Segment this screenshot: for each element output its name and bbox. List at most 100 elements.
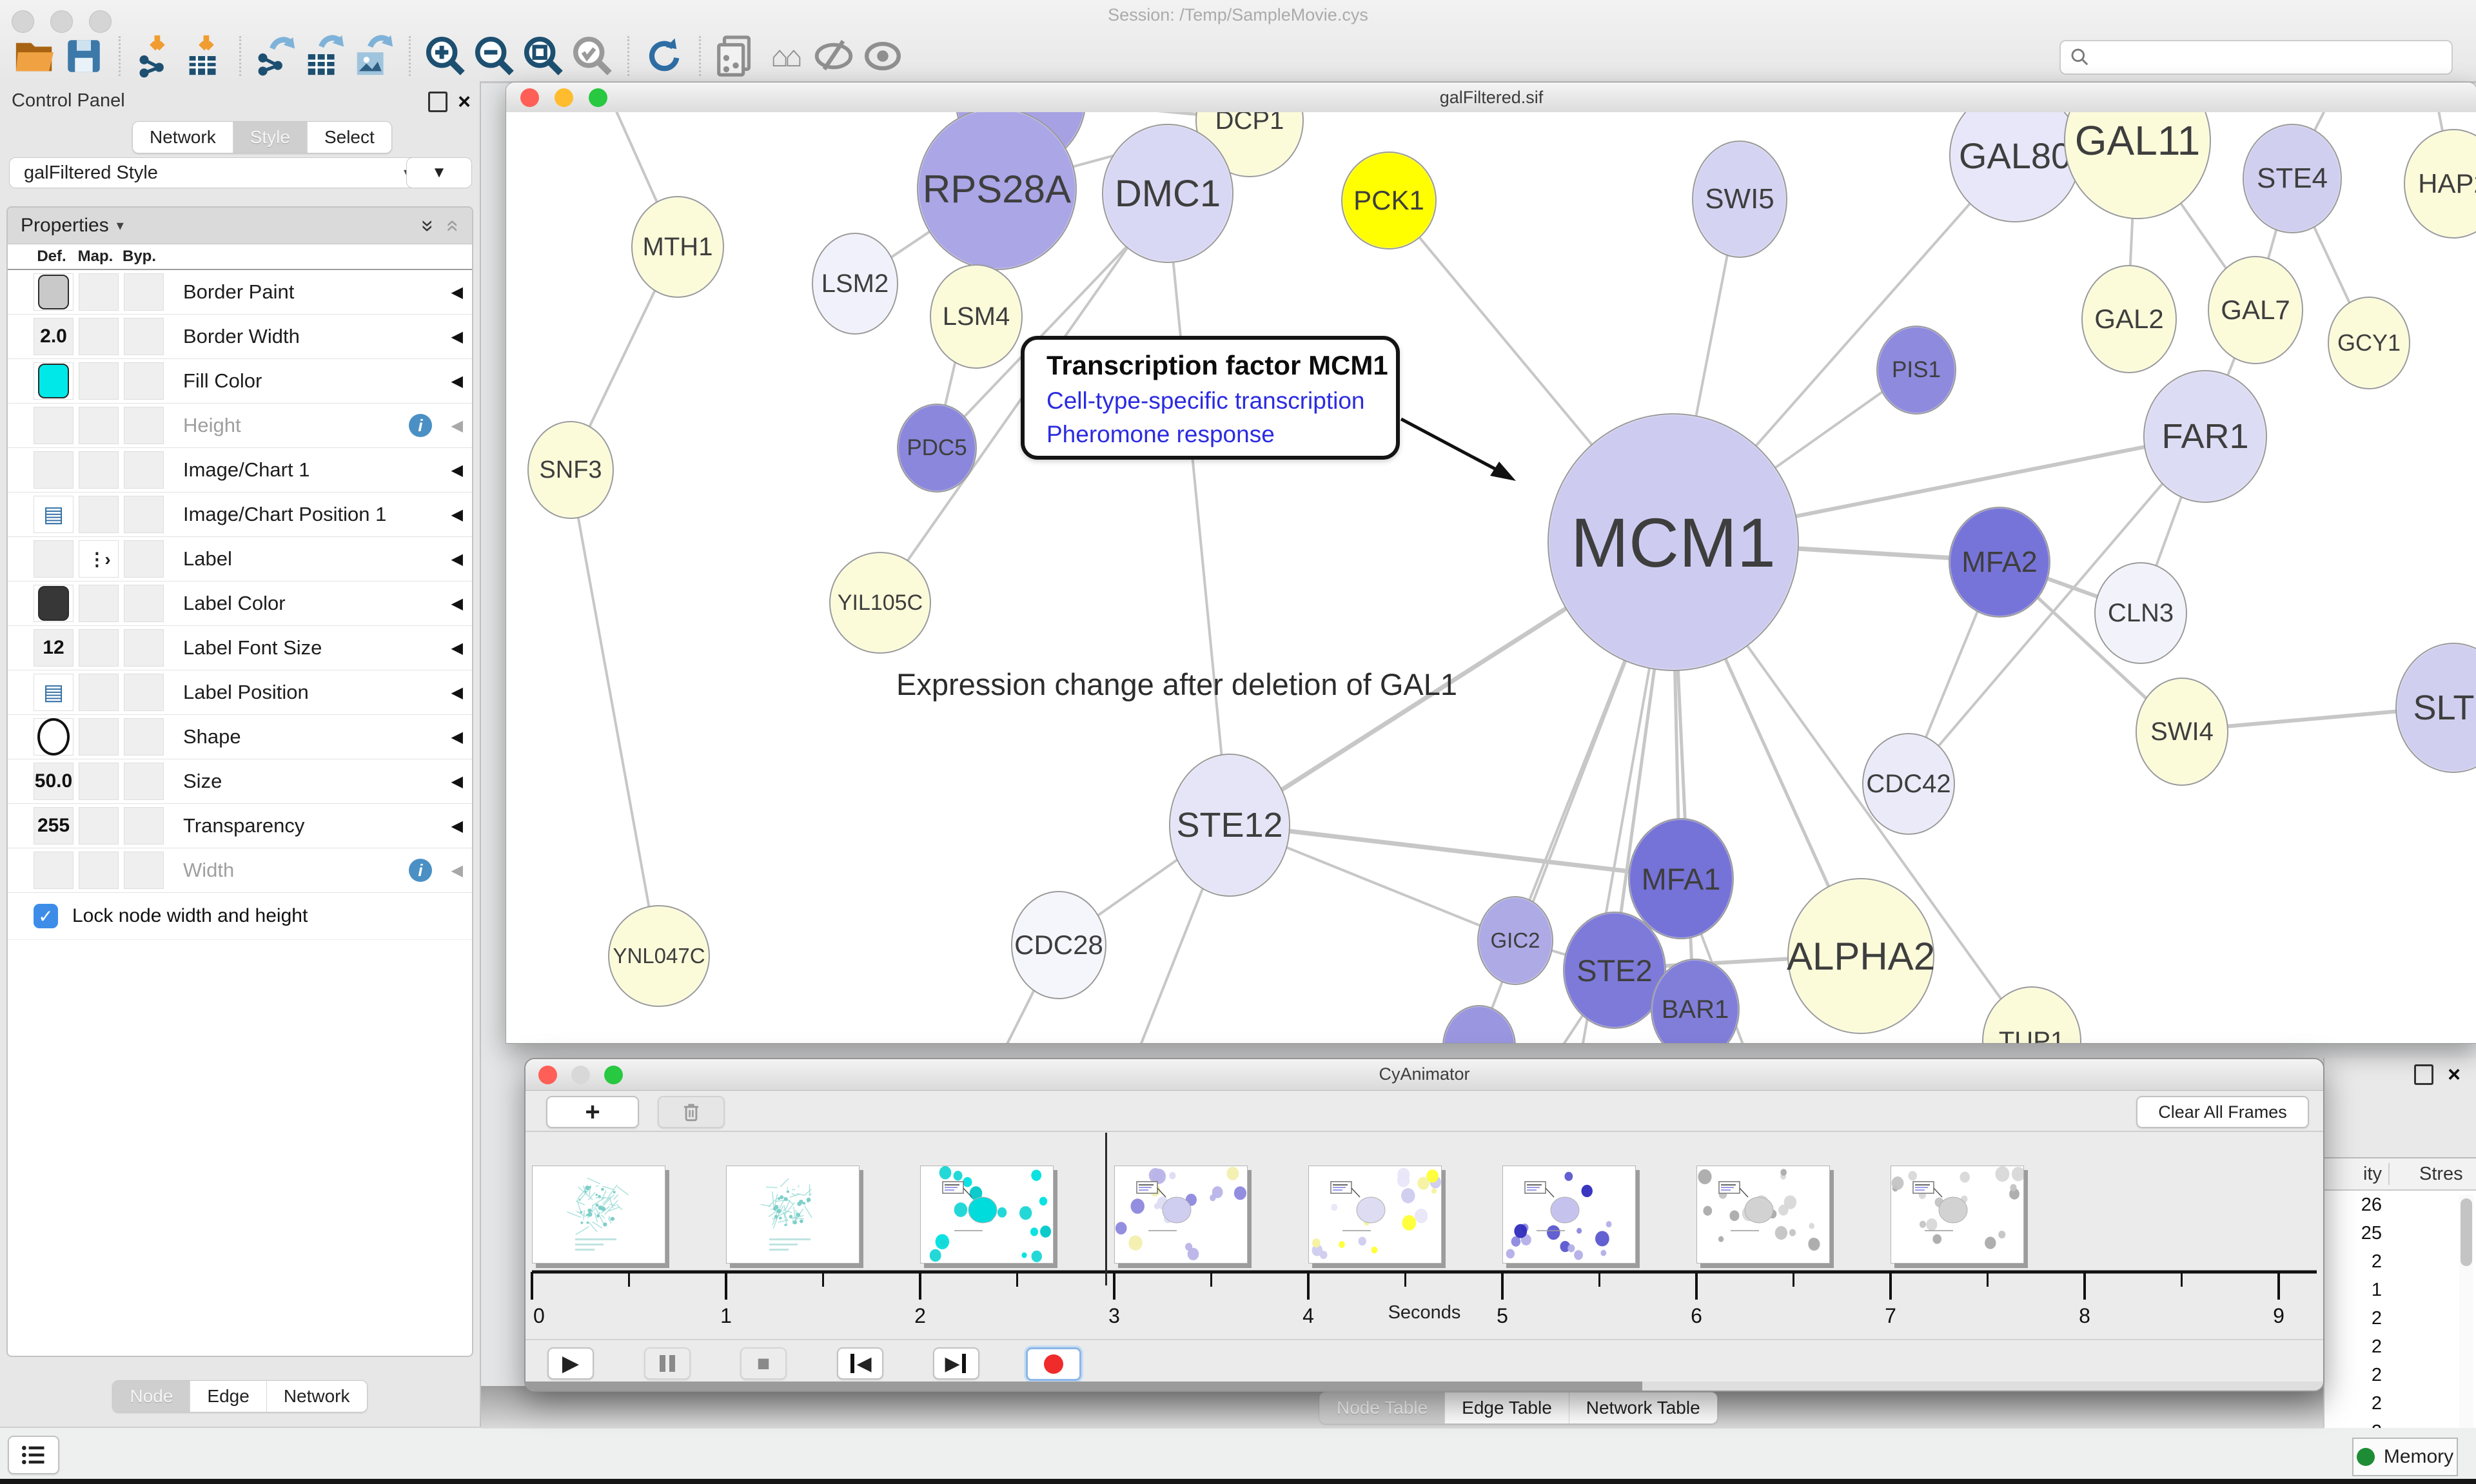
network-node-alpha2[interactable]: ALPHA2 bbox=[1787, 878, 1934, 1034]
network-node-lsm2[interactable]: LSM2 bbox=[812, 233, 898, 335]
expand-row-icon[interactable]: ◀ bbox=[451, 550, 463, 569]
annotation-link-1[interactable]: Cell-type-specific transcription bbox=[1046, 387, 1396, 415]
import-table-icon[interactable] bbox=[180, 34, 229, 79]
hide-graphics-icon[interactable] bbox=[809, 34, 858, 79]
property-row-transparency[interactable]: 255Transparency◀ bbox=[8, 804, 472, 848]
network-node-far1[interactable]: FAR1 bbox=[2143, 370, 2267, 503]
network-node-gal7[interactable]: GAL7 bbox=[2208, 256, 2303, 364]
expand-row-icon[interactable]: ◀ bbox=[451, 728, 463, 747]
record-button[interactable] bbox=[1026, 1347, 1081, 1381]
network-node-snf3[interactable]: SNF3 bbox=[527, 421, 614, 519]
network-node-gic2[interactable]: GIC2 bbox=[1477, 896, 1553, 985]
expand-row-icon[interactable]: ◀ bbox=[451, 772, 463, 791]
expand-row-icon[interactable]: ◀ bbox=[451, 639, 463, 658]
property-row-label-font-size[interactable]: 12Label Font Size◀ bbox=[8, 626, 472, 670]
snapshot-icon[interactable] bbox=[711, 34, 760, 79]
tab-style[interactable]: Style bbox=[233, 122, 307, 153]
tab-edge-table[interactable]: Edge Table bbox=[1444, 1392, 1569, 1423]
tab-select[interactable]: Select bbox=[307, 122, 391, 153]
expand-row-icon[interactable]: ◀ bbox=[451, 861, 463, 880]
property-row-label-color[interactable]: Label Color◀ bbox=[8, 581, 472, 626]
tab-edge[interactable]: Edge bbox=[190, 1381, 266, 1412]
tab-network[interactable]: Network bbox=[133, 122, 233, 153]
expand-row-icon[interactable]: ◀ bbox=[451, 283, 463, 302]
expand-row-icon[interactable]: ◀ bbox=[451, 461, 463, 480]
cyanimator-titlebar[interactable]: CyAnimator bbox=[526, 1059, 2323, 1091]
network-window-titlebar[interactable]: galFiltered.sif bbox=[506, 83, 2476, 113]
add-frame-button[interactable]: + bbox=[546, 1096, 639, 1128]
task-history-button[interactable] bbox=[8, 1436, 59, 1474]
frame-thumbnail-0[interactable] bbox=[532, 1166, 665, 1264]
cyanimator-scrollbar[interactable] bbox=[526, 1381, 2323, 1391]
network-node-swi4[interactable]: SWI4 bbox=[2136, 678, 2228, 786]
property-row-fill-color[interactable]: Fill Color◀ bbox=[8, 359, 472, 404]
network-node-pdc5[interactable]: PDC5 bbox=[897, 404, 977, 493]
stop-button[interactable]: ■ bbox=[740, 1347, 787, 1380]
network-node-ste12[interactable]: STE12 bbox=[1169, 754, 1290, 897]
annotation-link-2[interactable]: Pheromone response bbox=[1046, 421, 1396, 448]
results-col-1[interactable]: ity bbox=[2324, 1164, 2382, 1185]
close-panel-icon[interactable]: × bbox=[458, 93, 471, 110]
property-row-image-chart-1[interactable]: Image/Chart 1◀ bbox=[8, 448, 472, 493]
pause-button[interactable] bbox=[644, 1347, 691, 1380]
tab-network-table[interactable]: Network Table bbox=[1569, 1392, 1717, 1423]
checkbox-checked-icon[interactable]: ✓ bbox=[34, 904, 58, 928]
import-network-icon[interactable] bbox=[131, 34, 180, 79]
info-icon[interactable]: i bbox=[409, 414, 432, 437]
frame-thumbnail-7[interactable] bbox=[1891, 1166, 2024, 1264]
zoom-in-icon[interactable] bbox=[421, 34, 470, 79]
expand-row-icon[interactable]: ◀ bbox=[451, 505, 463, 524]
frame-thumbnail-1[interactable] bbox=[726, 1166, 860, 1264]
property-row-image-chart-position-1[interactable]: ▤Image/Chart Position 1◀ bbox=[8, 493, 472, 537]
save-session-icon[interactable] bbox=[59, 34, 108, 79]
network-node-cln3[interactable]: CLN3 bbox=[2094, 562, 2187, 664]
network-node-mfa1[interactable]: MFA1 bbox=[1628, 818, 1734, 939]
network-node-pis1[interactable]: PIS1 bbox=[1876, 326, 1956, 415]
property-row-label-position[interactable]: ▤Label Position◀ bbox=[8, 670, 472, 715]
expand-row-icon[interactable]: ◀ bbox=[451, 327, 463, 346]
property-row-border-width[interactable]: 2.0Border Width◀ bbox=[8, 315, 472, 359]
search-field[interactable] bbox=[2059, 40, 2453, 75]
property-row-size[interactable]: 50.0Size◀ bbox=[8, 759, 472, 804]
clear-all-frames-button[interactable]: Clear All Frames bbox=[2136, 1096, 2309, 1128]
tab-node[interactable]: Node bbox=[113, 1381, 190, 1412]
expand-row-icon[interactable]: ◀ bbox=[451, 683, 463, 702]
float-panel-icon[interactable] bbox=[428, 92, 447, 112]
expand-all-icon[interactable]: » bbox=[415, 220, 440, 232]
property-row-border-paint[interactable]: Border Paint◀ bbox=[8, 270, 472, 315]
results-scrollbar[interactable] bbox=[2459, 1195, 2473, 1428]
expand-row-icon[interactable]: ◀ bbox=[451, 416, 463, 435]
lock-size-row[interactable]: ✓ Lock node width and height bbox=[8, 893, 472, 940]
property-row-shape[interactable]: Shape◀ bbox=[8, 715, 472, 759]
play-button[interactable]: ▶ bbox=[547, 1347, 594, 1380]
network-node-dmc1[interactable]: DMC1 bbox=[1102, 124, 1233, 263]
network-node-ynl047c[interactable]: YNL047C bbox=[608, 905, 710, 1007]
network-node-mfa2[interactable]: MFA2 bbox=[1949, 507, 2050, 618]
refresh-icon[interactable] bbox=[640, 34, 689, 79]
results-col-2[interactable]: Stres bbox=[2419, 1164, 2463, 1185]
birdseye-icon[interactable]: ⌂⌂ bbox=[760, 34, 809, 79]
mcm1-annotation[interactable]: Transcription factor MCM1 Cell-type-spec… bbox=[1021, 336, 1400, 460]
zoom-out-icon[interactable] bbox=[470, 34, 519, 79]
network-node-cdc42[interactable]: CDC42 bbox=[1862, 733, 1955, 835]
network-node-ste4[interactable]: STE4 bbox=[2243, 124, 2342, 233]
network-node-pck1[interactable]: PCK1 bbox=[1341, 151, 1437, 249]
frame-thumbnail-5[interactable] bbox=[1502, 1166, 1636, 1264]
zoom-selected-icon[interactable] bbox=[568, 34, 617, 79]
network-node-cdc28[interactable]: CDC28 bbox=[1011, 891, 1106, 999]
network-node-gcy1[interactable]: GCY1 bbox=[2328, 297, 2410, 389]
float-results-icon[interactable] bbox=[2414, 1064, 2433, 1085]
network-node-lsm4[interactable]: LSM4 bbox=[930, 264, 1023, 369]
property-row-label[interactable]: ⋮›Label◀ bbox=[8, 537, 472, 581]
step-forward-button[interactable]: ▶ bbox=[933, 1347, 979, 1380]
frame-thumbnail-2[interactable] bbox=[920, 1166, 1054, 1264]
network-node-swi5[interactable]: SWI5 bbox=[1692, 141, 1787, 258]
tab-network-bottom[interactable]: Network bbox=[266, 1381, 367, 1412]
frame-thumbnail-6[interactable] bbox=[1696, 1166, 1830, 1264]
open-session-icon[interactable] bbox=[10, 34, 59, 79]
network-node-mth1[interactable]: MTH1 bbox=[631, 196, 724, 298]
tab-node-table[interactable]: Node Table bbox=[1320, 1392, 1444, 1423]
network-node-yil105c[interactable]: YIL105C bbox=[829, 552, 931, 654]
zoom-fit-icon[interactable] bbox=[519, 34, 568, 79]
delete-frame-button[interactable] bbox=[658, 1096, 725, 1128]
